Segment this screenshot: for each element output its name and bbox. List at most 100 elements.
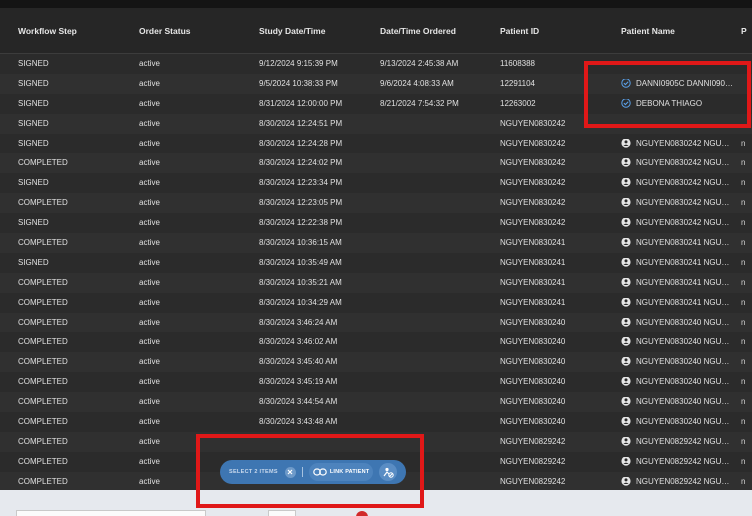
column-header-patient-id[interactable]: Patient ID: [500, 26, 539, 36]
table-row[interactable]: COMPLETED active 8/30/2024 3:44:54 AM NGUYE…: [0, 392, 752, 413]
cell-truncated-column: n: [741, 297, 746, 307]
table-row[interactable]: SIGNED active 9/12/2024 9:15:39 PM 9/13/202…: [0, 54, 752, 74]
table-body: SIGNED active 9/12/2024 9:15:39 PM 9/13/202…: [0, 54, 752, 490]
cell-patient-name: DANNI0905C DANNI0905C: [621, 78, 733, 88]
table-row[interactable]: COMPLETED active 8/30/2024 12:24:02 PM NGUY…: [0, 153, 752, 174]
cell-patient-name: NGUYEN0830241 NGUYE...: [621, 277, 733, 287]
cell-patient-id: NGUYEN0830242: [500, 198, 566, 208]
table-row[interactable]: SIGNED active 8/30/2024 12:24:28 PM NGUYEN0…: [0, 133, 752, 154]
table-row[interactable]: COMPLETED active NGUYEN0829242 NGUYEN082924…: [0, 431, 752, 452]
patient-name-text: NGUYEN0830241 NGUYE...: [636, 257, 733, 267]
cell-study-date: 8/30/2024 12:23:34 PM: [259, 178, 343, 188]
link-icon: [313, 468, 327, 476]
cell-order-status: active: [139, 59, 160, 68]
bottom-bar: [0, 490, 752, 516]
cell-truncated-column: n: [741, 476, 746, 486]
table-row[interactable]: SIGNED active 8/30/2024 12:22:38 PM NGUYEN0…: [0, 213, 752, 234]
table-row[interactable]: SIGNED active 8/30/2024 12:24:51 PM NGUYEN0…: [0, 113, 752, 134]
patient-name-text: NGUYEN0830240 NGUYE...: [636, 377, 733, 387]
close-icon[interactable]: [284, 466, 296, 478]
cell-truncated-column: n: [741, 138, 746, 148]
cell-order-status: active: [139, 417, 160, 427]
selected-count-label: SELECT 2 ITEMS: [229, 469, 278, 475]
cell-study-date: 8/30/2024 12:24:02 PM: [259, 158, 343, 168]
table-row[interactable]: SIGNED active 8/30/2024 12:23:34 PM NGUYEN0…: [0, 173, 752, 194]
cell-patient-name: NGUYEN0830242 NGUYE...: [621, 198, 733, 207]
link-patient-label: LINK PATIENT: [329, 469, 370, 475]
person-circle-icon: [621, 198, 631, 207]
cell-patient-id: NGUYEN0830240: [500, 377, 566, 387]
cell-truncated-column: n: [741, 397, 746, 407]
cell-order-status: active: [139, 118, 160, 128]
bottom-tab-small[interactable]: [268, 510, 296, 516]
cell-order-status: active: [139, 297, 160, 307]
cell-workflow-step: SIGNED: [18, 218, 49, 228]
patient-name-text: NGUYEN0829242 NGUYE...: [636, 456, 733, 466]
table-row[interactable]: SIGNED active 8/31/2024 12:00:00 PM 8/21/20…: [0, 93, 752, 114]
link-patient-button[interactable]: LINK PATIENT: [308, 463, 374, 481]
cell-workflow-step: COMPLETED: [18, 198, 68, 208]
table-row[interactable]: COMPLETED active 8/30/2024 3:46:24 AM NGUYE…: [0, 312, 752, 333]
table-row[interactable]: COMPLETED active 8/30/2024 3:45:19 AM NGUYE…: [0, 372, 752, 393]
table-row[interactable]: COMPLETED active 8/30/2024 12:23:05 PM NGUY…: [0, 193, 752, 214]
table-row[interactable]: SIGNED active 8/30/2024 10:35:49 AM NGUYEN0…: [0, 252, 752, 273]
cell-study-date: 8/30/2024 10:35:21 AM: [259, 277, 342, 287]
person-circle-icon: [621, 277, 631, 287]
patient-name-text: NGUYEN0829242 NGUYE...: [636, 436, 733, 446]
cell-study-date: 8/30/2024 3:43:48 AM: [259, 417, 338, 427]
bottom-tab[interactable]: [16, 510, 206, 516]
cell-order-status: active: [139, 357, 160, 367]
cell-study-date: 8/30/2024 10:34:29 AM: [259, 297, 342, 307]
cell-workflow-step: COMPLETED: [18, 397, 68, 407]
cell-workflow-step: COMPLETED: [18, 377, 68, 387]
cell-workflow-step: COMPLETED: [18, 476, 68, 486]
cell-patient-id: NGUYEN0830242: [500, 218, 566, 228]
cell-workflow-step: COMPLETED: [18, 417, 68, 427]
worklist-panel: Workflow Step Order Status Study Date/Ti…: [0, 8, 752, 490]
cell-workflow-step: COMPLETED: [18, 238, 68, 248]
table-row[interactable]: COMPLETED active 8/30/2024 3:46:02 AM NGUYE…: [0, 332, 752, 353]
cell-study-date: 8/30/2024 12:22:38 PM: [259, 218, 343, 228]
cell-order-status: active: [139, 436, 160, 446]
patient-name-text: NGUYEN0830240 NGUYE...: [636, 317, 733, 327]
table-row[interactable]: COMPLETED active 8/30/2024 10:35:21 AM NGUY…: [0, 272, 752, 293]
cell-truncated-column: n: [741, 377, 746, 387]
column-header-workflow-step[interactable]: Workflow Step: [18, 26, 77, 36]
person-circle-icon: [621, 357, 631, 366]
table-row[interactable]: SIGNED active 9/5/2024 10:38:33 PM 9/6/2024…: [0, 73, 752, 94]
person-circle-icon: [621, 158, 631, 168]
patient-name-text: NGUYEN0830242 NGUYE...: [636, 138, 733, 148]
column-header-study-date[interactable]: Study Date/Time: [259, 26, 325, 36]
unlink-patient-button[interactable]: [379, 463, 398, 481]
cell-patient-id: NGUYEN0830242: [500, 178, 566, 188]
cell-truncated-column: n: [741, 456, 746, 466]
column-header-date-ordered[interactable]: Date/Time Ordered: [380, 26, 456, 36]
cell-patient-id: 12263002: [500, 98, 536, 108]
cell-workflow-step: COMPLETED: [18, 158, 68, 168]
column-header-patient-name[interactable]: Patient Name: [621, 26, 675, 36]
table-row[interactable]: COMPLETED active 8/30/2024 3:45:40 AM NGUYE…: [0, 352, 752, 373]
cell-workflow-step: SIGNED: [18, 257, 49, 267]
column-header-truncated[interactable]: P: [741, 26, 752, 36]
cell-study-date: 9/5/2024 10:38:33 PM: [259, 78, 338, 88]
cell-workflow-step: COMPLETED: [18, 297, 68, 307]
table-row[interactable]: COMPLETED active 8/30/2024 10:36:15 AM NGUY…: [0, 233, 752, 253]
person-circle-icon: [621, 218, 631, 227]
top-strip: [0, 0, 752, 8]
patient-name-text: NGUYEN0830240 NGUYE...: [636, 397, 733, 407]
person-circle-icon: [621, 297, 631, 307]
cell-order-status: active: [139, 377, 160, 387]
cell-patient-name: NGUYEN0830242 NGUYE...: [621, 218, 733, 227]
cell-workflow-step: COMPLETED: [18, 277, 68, 287]
column-header-order-status[interactable]: Order Status: [139, 26, 191, 36]
cell-study-date: 8/30/2024 10:36:15 AM: [259, 238, 342, 248]
cell-truncated-column: n: [741, 257, 746, 267]
patient-name-text: NGUYEN0830240 NGUYE...: [636, 337, 733, 347]
cell-order-status: active: [139, 138, 160, 148]
table-row[interactable]: COMPLETED active 8/30/2024 10:34:29 AM NGUY…: [0, 292, 752, 313]
cell-workflow-step: COMPLETED: [18, 436, 68, 446]
cell-patient-id: NGUYEN0830241: [500, 257, 566, 267]
record-indicator: [356, 511, 368, 516]
table-row[interactable]: COMPLETED active 8/30/2024 3:43:48 AM NGUYE…: [0, 412, 752, 432]
cell-order-status: active: [139, 476, 160, 486]
